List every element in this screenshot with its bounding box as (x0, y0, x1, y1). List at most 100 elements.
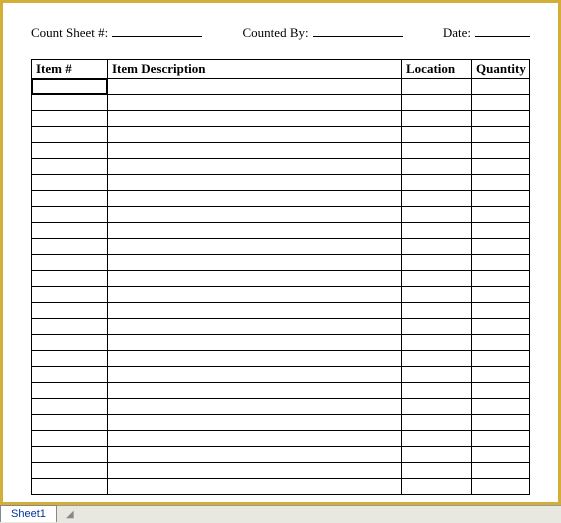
table-cell[interactable] (32, 431, 108, 447)
table-cell[interactable] (472, 159, 530, 175)
table-cell[interactable] (32, 319, 108, 335)
table-cell[interactable] (108, 127, 402, 143)
table-cell[interactable] (108, 239, 402, 255)
table-cell[interactable] (32, 255, 108, 271)
counted-by-input[interactable] (313, 23, 403, 37)
table-cell[interactable] (108, 255, 402, 271)
table-cell[interactable] (32, 79, 108, 95)
table-cell[interactable] (32, 479, 108, 495)
table-cell[interactable] (32, 287, 108, 303)
tab-options-icon[interactable]: ◢ (63, 508, 77, 522)
table-cell[interactable] (402, 415, 472, 431)
table-cell[interactable] (108, 431, 402, 447)
table-cell[interactable] (402, 207, 472, 223)
table-cell[interactable] (32, 303, 108, 319)
table-cell[interactable] (32, 399, 108, 415)
table-cell[interactable] (402, 383, 472, 399)
table-cell[interactable] (108, 271, 402, 287)
table-cell[interactable] (32, 351, 108, 367)
table-cell[interactable] (402, 143, 472, 159)
table-cell[interactable] (472, 271, 530, 287)
table-cell[interactable] (402, 79, 472, 95)
table-cell[interactable] (108, 479, 402, 495)
table-cell[interactable] (108, 159, 402, 175)
table-cell[interactable] (402, 223, 472, 239)
table-cell[interactable] (402, 479, 472, 495)
table-cell[interactable] (472, 367, 530, 383)
table-cell[interactable] (108, 447, 402, 463)
table-cell[interactable] (108, 95, 402, 111)
table-cell[interactable] (472, 463, 530, 479)
table-cell[interactable] (472, 79, 530, 95)
table-cell[interactable] (32, 367, 108, 383)
table-cell[interactable] (472, 127, 530, 143)
table-cell[interactable] (472, 479, 530, 495)
table-cell[interactable] (32, 159, 108, 175)
table-cell[interactable] (402, 319, 472, 335)
table-cell[interactable] (108, 223, 402, 239)
table-cell[interactable] (402, 287, 472, 303)
table-cell[interactable] (32, 127, 108, 143)
table-cell[interactable] (32, 175, 108, 191)
table-cell[interactable] (32, 191, 108, 207)
table-cell[interactable] (32, 463, 108, 479)
table-cell[interactable] (108, 367, 402, 383)
table-cell[interactable] (402, 447, 472, 463)
table-cell[interactable] (32, 207, 108, 223)
table-cell[interactable] (472, 303, 530, 319)
table-cell[interactable] (32, 383, 108, 399)
table-cell[interactable] (108, 415, 402, 431)
table-cell[interactable] (472, 447, 530, 463)
table-cell[interactable] (402, 95, 472, 111)
table-cell[interactable] (472, 239, 530, 255)
table-cell[interactable] (32, 239, 108, 255)
table-cell[interactable] (472, 191, 530, 207)
table-cell[interactable] (402, 303, 472, 319)
table-cell[interactable] (402, 271, 472, 287)
table-cell[interactable] (472, 383, 530, 399)
table-cell[interactable] (472, 335, 530, 351)
table-cell[interactable] (402, 159, 472, 175)
table-cell[interactable] (472, 431, 530, 447)
table-cell[interactable] (32, 95, 108, 111)
table-cell[interactable] (402, 351, 472, 367)
table-cell[interactable] (402, 239, 472, 255)
table-cell[interactable] (32, 415, 108, 431)
table-cell[interactable] (402, 111, 472, 127)
table-cell[interactable] (402, 399, 472, 415)
table-cell[interactable] (108, 303, 402, 319)
table-cell[interactable] (472, 319, 530, 335)
table-cell[interactable] (108, 207, 402, 223)
table-cell[interactable] (402, 175, 472, 191)
table-cell[interactable] (108, 383, 402, 399)
table-cell[interactable] (108, 351, 402, 367)
table-cell[interactable] (472, 287, 530, 303)
table-cell[interactable] (108, 319, 402, 335)
table-cell[interactable] (32, 143, 108, 159)
table-cell[interactable] (32, 447, 108, 463)
table-cell[interactable] (108, 191, 402, 207)
table-cell[interactable] (402, 367, 472, 383)
table-cell[interactable] (108, 143, 402, 159)
table-cell[interactable] (108, 463, 402, 479)
table-cell[interactable] (472, 351, 530, 367)
table-cell[interactable] (108, 335, 402, 351)
table-cell[interactable] (108, 175, 402, 191)
table-cell[interactable] (402, 463, 472, 479)
table-cell[interactable] (402, 335, 472, 351)
table-cell[interactable] (402, 127, 472, 143)
tab-sheet1[interactable]: Sheet1 (0, 505, 57, 522)
count-sheet-input[interactable] (112, 23, 202, 37)
table-cell[interactable] (472, 223, 530, 239)
table-cell[interactable] (32, 335, 108, 351)
table-cell[interactable] (108, 111, 402, 127)
table-cell[interactable] (402, 431, 472, 447)
table-cell[interactable] (402, 255, 472, 271)
table-cell[interactable] (108, 79, 402, 95)
table-cell[interactable] (472, 143, 530, 159)
table-cell[interactable] (402, 191, 472, 207)
table-cell[interactable] (472, 399, 530, 415)
table-cell[interactable] (472, 175, 530, 191)
table-cell[interactable] (472, 255, 530, 271)
table-cell[interactable] (32, 111, 108, 127)
